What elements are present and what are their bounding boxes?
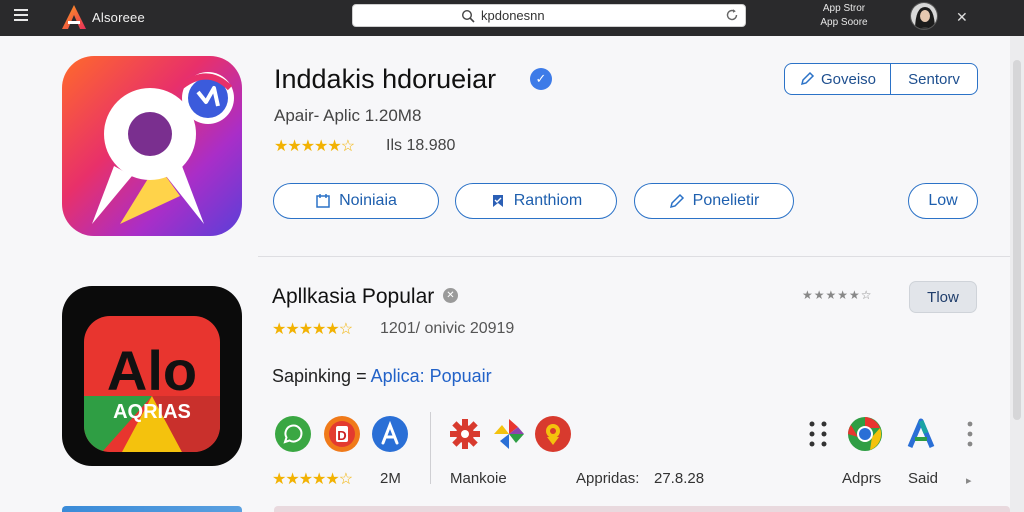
search-icon (461, 9, 475, 23)
ranthiom-button[interactable]: Ranthiom (455, 183, 617, 219)
next-app-icon-partial[interactable] (62, 506, 242, 512)
popular-title: Apllkasia Popular (272, 285, 435, 308)
app-logo-icon: Alo AQRIAS (84, 316, 220, 452)
pinwheel-icon[interactable] (490, 415, 528, 453)
noiniaia-label: Noiniaia (339, 192, 397, 209)
location-badge-icon[interactable] (534, 415, 572, 453)
appridas-label: Appridas: (576, 470, 640, 487)
popular-rating-count: 1201/ onivic 20919 (380, 320, 515, 337)
search-query[interactable]: kpdonesnn (481, 8, 545, 23)
appridas-value: 27.8.28 (654, 470, 705, 487)
whatsapp-icon[interactable] (274, 415, 312, 453)
location-pin-icon (92, 72, 234, 224)
featured-app-icon[interactable] (62, 56, 242, 236)
svg-text:D: D (337, 428, 346, 443)
verified-icon: ✓ (530, 68, 552, 90)
breadcrumb-prefix: Sapinking (272, 366, 352, 386)
section-divider (258, 256, 1010, 257)
store-label[interactable]: App Stror App Soore (812, 2, 876, 30)
refresh-icon[interactable] (725, 8, 739, 22)
mankole-label: Mankoie (450, 470, 507, 487)
noiniaia-button[interactable]: Noiniaia (273, 183, 439, 219)
brand-name: Alsoreee (92, 10, 145, 25)
top-bar: Alsoreee kpdonesnn App Stror App Soore ✕ (0, 0, 1024, 36)
sentorv-label: Sentorv (908, 70, 960, 88)
row-rating-count: 2M (380, 470, 401, 487)
edit-icon (669, 193, 684, 209)
ponelietir-label: Ponelietir (692, 192, 760, 209)
bookmark-icon (492, 195, 503, 207)
calendar-icon (316, 194, 330, 208)
tlow-button[interactable]: Tlow (909, 281, 977, 313)
app-store-icon[interactable] (371, 415, 409, 453)
d-app-icon[interactable]: D (323, 415, 361, 453)
rating-count: Ils 18.980 (386, 137, 456, 154)
goveiso-button[interactable]: Goveiso (784, 63, 891, 95)
app-subtitle: Apair- Aplic 1.20M8 (274, 106, 422, 125)
kebab-menu-icon[interactable] (962, 415, 978, 453)
star-rating: ★★★★★☆ (274, 138, 355, 155)
said-label[interactable]: Said (908, 470, 938, 487)
store-label-line2: App Soore (820, 17, 868, 28)
search-bar[interactable]: kpdonesnn (352, 4, 746, 27)
adprs-label[interactable]: Adprs (842, 470, 881, 487)
star-rating: ★★★★★☆ (272, 321, 353, 338)
ponelietir-button[interactable]: Ponelietir (634, 183, 794, 219)
ranthiom-label: Ranthiom (513, 192, 583, 209)
scrollbar[interactable] (1010, 36, 1024, 512)
avatar[interactable] (910, 2, 938, 30)
expand-arrow-icon[interactable]: ▸ (966, 474, 972, 487)
a-logo-icon[interactable] (902, 415, 940, 453)
edit-icon (800, 71, 815, 86)
breadcrumb: Sapinking = Aplica: Popuair (272, 366, 492, 387)
breadcrumb-separator: = (351, 366, 371, 386)
close-badge-icon[interactable]: ✕ (443, 288, 458, 303)
popular-app-icon[interactable]: Alo AQRIAS (62, 286, 242, 466)
sentorv-button[interactable]: Sentorv (890, 63, 978, 95)
user-avatar-icon (911, 3, 937, 29)
row-star-rating: ★★★★★☆ (272, 471, 353, 488)
chrome-icon[interactable] (846, 415, 884, 453)
app-icon-text: Alo (107, 339, 197, 402)
tlow-label: Tlow (927, 288, 959, 306)
gear-icon[interactable] (446, 415, 484, 453)
close-icon[interactable]: ✕ (956, 9, 968, 26)
low-button[interactable]: Low (908, 183, 978, 219)
mini-star-rating: ★★★★★☆ (802, 288, 873, 302)
app-logo-icon[interactable] (60, 3, 88, 31)
next-card-partial (274, 506, 1010, 512)
app-icon-subtext: AQRIAS (113, 401, 191, 423)
more-dots-icon[interactable] (806, 415, 830, 453)
app-title: Inddakis hdorueiar (274, 64, 497, 94)
menu-icon[interactable] (14, 9, 28, 23)
store-label-line1: App Stror (822, 3, 866, 14)
row-divider (430, 412, 431, 484)
scrollbar-thumb[interactable] (1013, 60, 1021, 420)
goveiso-label: Goveiso (820, 70, 877, 88)
low-label: Low (928, 192, 958, 209)
breadcrumb-link[interactable]: Aplica: Popuair (371, 366, 492, 386)
